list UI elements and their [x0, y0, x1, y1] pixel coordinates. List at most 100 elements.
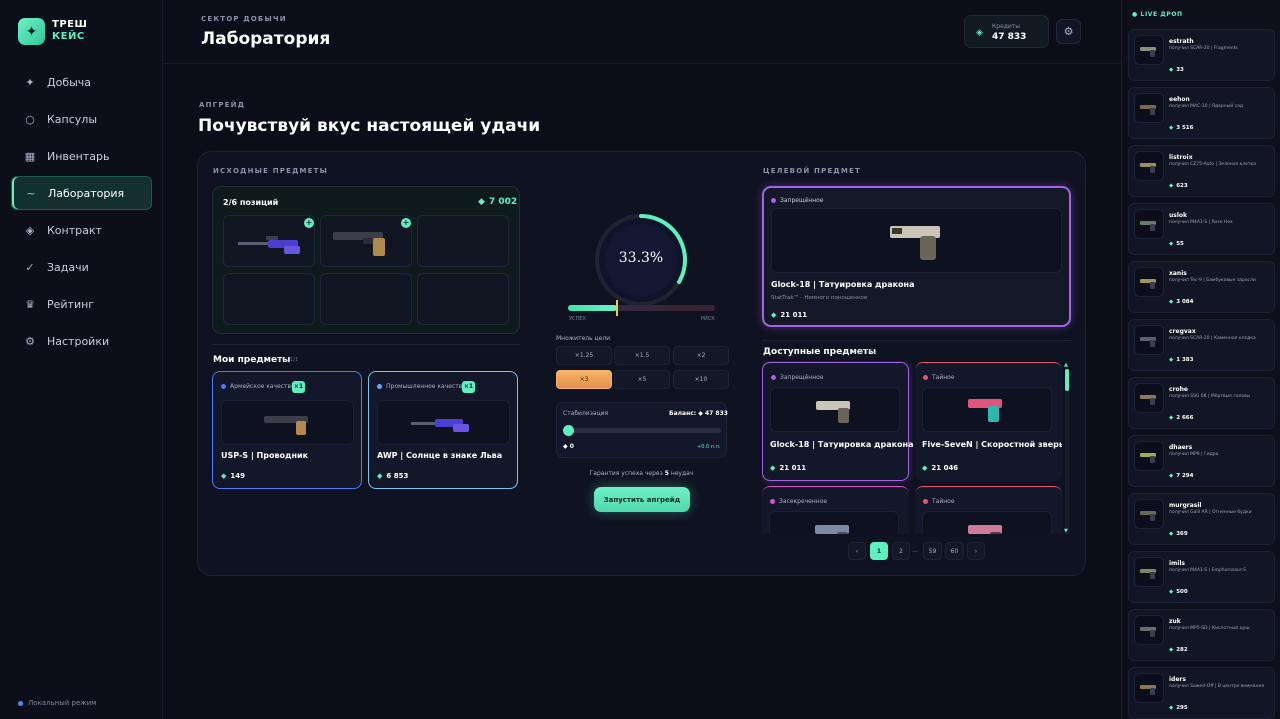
live-drop-item[interactable]: dhaers получил MP9 | Гидра ◆ 7 294 [1128, 435, 1275, 487]
usp-skin-icon [333, 232, 385, 256]
target-item-card[interactable]: Запрещённое Glock-18 | Татуировка дракон… [762, 186, 1071, 327]
live-drop-item[interactable]: estrath получил SCAR-20 | Fragments ◆ 33 [1128, 29, 1275, 81]
source-slot-1[interactable]: + [223, 215, 315, 267]
drop-price: ◆ 7 294 [1169, 473, 1193, 479]
diamond-icon: ◈ [25, 223, 35, 237]
stabilization-slider-track[interactable] [565, 428, 721, 433]
multiplier-button-active[interactable]: ×3 [556, 370, 612, 389]
drop-price: ◆ 55 [1169, 241, 1184, 247]
settings-button[interactable]: ⚙ [1056, 19, 1081, 44]
pagination-page[interactable]: 59 [923, 542, 942, 560]
remove-slot-icon[interactable]: + [401, 218, 411, 228]
live-drop-item[interactable]: zuk получил MP5-SD | Кислотный душ ◆ 282 [1128, 609, 1275, 661]
nav-label: Инвентарь [47, 149, 110, 163]
drop-user: listroix [1169, 154, 1193, 161]
live-drop-item[interactable]: eehon получил MAC-10 | Ядерный сад ◆ 3 516 [1128, 87, 1275, 139]
credits-value: 47 833 [992, 32, 1027, 42]
nav-item-tasks[interactable]: ✓ Задачи [11, 250, 152, 284]
scrollbar-thumb[interactable] [1065, 369, 1069, 391]
quality-label: Тайное [923, 498, 955, 505]
nav-item-rating[interactable]: ♛ Рейтинг [11, 287, 152, 321]
nav-label: Добыча [47, 75, 92, 89]
scroll-down-icon[interactable]: ▼ [1064, 528, 1068, 534]
live-drop-item[interactable]: uslok получил M4A1-S | Rose Hex ◆ 55 [1128, 203, 1275, 255]
gem-icon: ◆ [1169, 705, 1174, 711]
nav-item-inventory[interactable]: ▦ Инвентарь [11, 139, 152, 173]
stabilization-label: Стабилизация [563, 410, 609, 417]
live-drop-item[interactable]: cregvax получил SCAR-20 | Каменная кладка… [1128, 319, 1275, 371]
available-item-card[interactable]: Запрещённое Glock-18 | Татуировка дракон… [762, 362, 913, 481]
available-item-card[interactable]: Засекреченное [762, 486, 909, 534]
nav-label: Задачи [47, 260, 89, 274]
source-slot-5[interactable] [320, 273, 412, 325]
weapon-thumb-icon [1134, 499, 1164, 529]
live-drop-item[interactable]: murgrasil получил Galil AR | Огненные буд… [1128, 493, 1275, 545]
weapon-thumb-icon [1134, 209, 1164, 239]
gem-icon: ◆ [1169, 473, 1174, 479]
available-items-list[interactable]: Запрещённое Glock-18 | Татуировка дракон… [762, 361, 1062, 534]
nav-item-lab[interactable]: ~ Лаборатория [11, 176, 152, 210]
gear-icon: ⚙ [25, 334, 35, 348]
quality-text: Тайное [932, 374, 955, 381]
nav-item-capsules[interactable]: ○ Капсулы [11, 102, 152, 136]
gem-icon: ◆ [478, 197, 485, 207]
divider [762, 340, 1071, 341]
nav-item-mining[interactable]: ✦ Добыча [11, 65, 152, 99]
pagination-page[interactable]: 1 [870, 542, 888, 560]
multiplier-button[interactable]: ×1.5 [614, 346, 670, 365]
live-drop-item[interactable]: xanis получил Tec-9 | Бамбуковые заросли ◆… [1128, 261, 1275, 313]
glock-skin-icon [816, 400, 850, 423]
nav-item-settings[interactable]: ⚙ Настройки [11, 324, 152, 358]
source-slot-4[interactable] [223, 273, 315, 325]
my-item-card[interactable]: Промышленное качество ×1 AWP | Солнце в … [368, 371, 518, 489]
logo-icon[interactable]: ✦ [18, 18, 45, 45]
source-slot-2[interactable]: + [320, 215, 412, 267]
multiplier-button[interactable]: ×2 [673, 346, 729, 365]
quality-text: Армейское качество [230, 383, 295, 390]
source-total-value: 7 002 [488, 197, 518, 207]
item-name: USP-S | Проводник [221, 451, 309, 460]
credits-widget[interactable]: ◈ Кредиты 47 833 [964, 15, 1049, 48]
my-item-card[interactable]: Армейское качество ×1 USP-S | Проводник … [212, 371, 362, 489]
item-name: AWP | Солнце в знаке Льва [377, 451, 503, 460]
quality-dot [923, 375, 928, 380]
available-item-card[interactable]: Тайное [915, 486, 1062, 534]
weapon-thumb-icon [1134, 267, 1164, 297]
live-drop-item[interactable]: imils получил M4A1-S | Emphorosaur-S ◆ 500 [1128, 551, 1275, 603]
stabilization-balance: Баланс: ◆ 47 833 [669, 410, 728, 417]
drop-price-value: 3 084 [1176, 299, 1194, 305]
available-item-card[interactable]: Тайное Five-SeveN | Скоростной зверь ◆ 21… [915, 362, 1062, 481]
drop-user: murgrasil [1169, 502, 1202, 509]
live-drop-item[interactable]: listroix получил CZ75-Auto | Зеленая клет… [1128, 145, 1275, 197]
drop-price: ◆ 3 516 [1169, 125, 1193, 131]
nav-item-contract[interactable]: ◈ Контракт [11, 213, 152, 247]
multiplier-label: Множитель цели [556, 335, 611, 342]
logo[interactable]: ТРЕШ КЕЙС [52, 19, 87, 43]
live-drop-item[interactable]: crohe получил SSG 08 | Мёртвые головы ◆ 2 6… [1128, 377, 1275, 429]
source-positions: 2/6 позиций [223, 198, 279, 207]
launch-upgrade-button[interactable]: Запустить апгрейд [594, 487, 690, 512]
quality-dot [770, 499, 775, 504]
multiplier-button[interactable]: ×5 [614, 370, 670, 389]
multiplier-button[interactable]: ×1.25 [556, 346, 612, 365]
guarantee-text: Гарантия успеха через 5 неудач [556, 470, 727, 477]
source-slot-3[interactable] [417, 215, 509, 267]
scroll-up-icon[interactable]: ▲ [1064, 362, 1068, 368]
grid-icon: ▦ [24, 149, 36, 163]
multiplier-button[interactable]: ×10 [673, 370, 729, 389]
risk-marker [616, 300, 618, 316]
item-image [922, 511, 1052, 534]
live-drop-item[interactable]: iders получил Sawed-Off | В центре вниман… [1128, 667, 1275, 719]
stabilization-slider-handle[interactable] [563, 425, 574, 436]
source-slot-6[interactable] [417, 273, 509, 325]
pagination-prev[interactable]: ‹ [848, 542, 866, 560]
pagination-next[interactable]: › [967, 542, 985, 560]
pagination-page[interactable]: 60 [945, 542, 964, 560]
drop-price: ◆ 3 084 [1169, 299, 1193, 305]
remove-slot-icon[interactable]: + [304, 218, 314, 228]
quality-dot [221, 384, 226, 389]
nav-label: Настройки [47, 334, 110, 348]
pagination-page[interactable]: 2 [892, 542, 910, 560]
quality-label: Засекреченное [770, 498, 827, 505]
item-image [377, 400, 510, 445]
